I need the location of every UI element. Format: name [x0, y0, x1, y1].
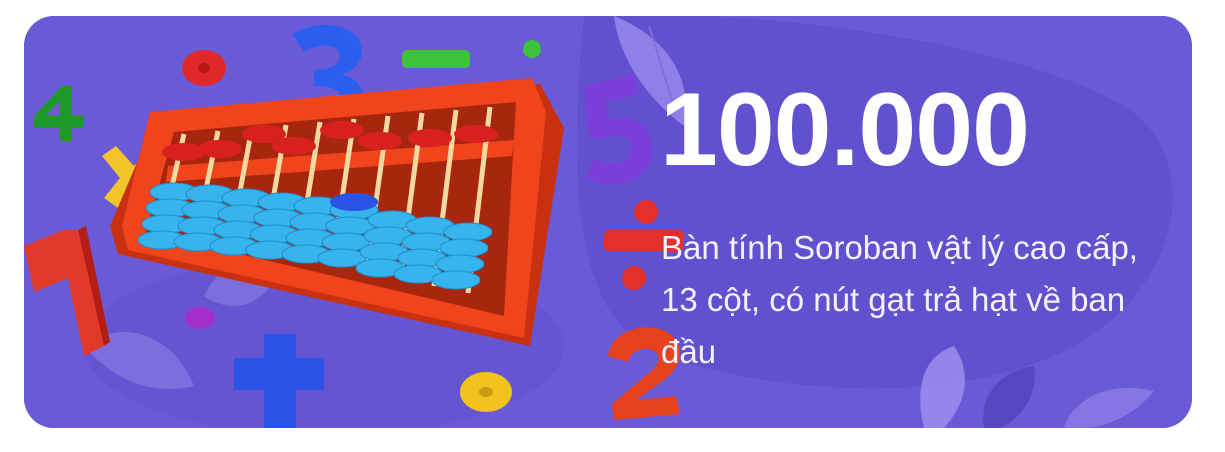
bead-green-icon	[523, 40, 541, 58]
price-amount: 100.000	[660, 72, 1030, 188]
number-five-icon	[584, 74, 653, 185]
soroban-promo-card[interactable]: 100.000 Bàn tính Soroban vật lý cao cấp,…	[24, 16, 1192, 428]
abacus-icon	[110, 78, 564, 346]
product-description: Bàn tính Soroban vật lý cao cấp, 13 cột,…	[661, 229, 1138, 370]
minus-icon	[402, 50, 470, 68]
bead-purple-icon	[185, 307, 215, 329]
number-four-icon	[34, 86, 84, 141]
number-one-icon	[24, 226, 110, 356]
plus-icon	[234, 334, 324, 428]
